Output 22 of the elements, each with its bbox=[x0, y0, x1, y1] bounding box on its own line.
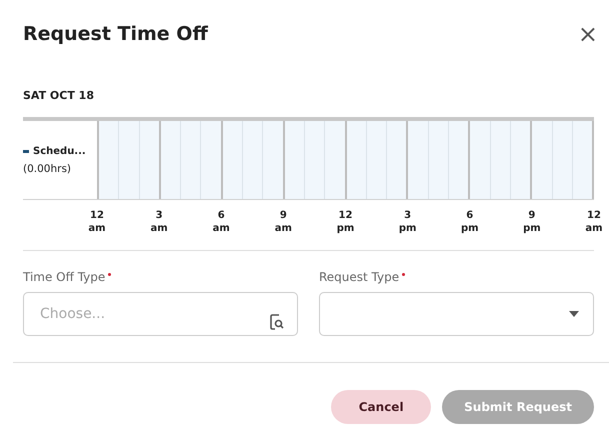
time-tick-label: 9 pm bbox=[523, 210, 541, 235]
dropdown-caret-icon bbox=[569, 311, 579, 317]
cancel-button[interactable]: Cancel bbox=[331, 390, 432, 424]
field-label: Request Type bbox=[319, 270, 400, 284]
hours-total: (0.00hrs) bbox=[23, 162, 72, 174]
dialog-title: Request Time Off bbox=[23, 23, 208, 45]
time-tick-label: 12 am bbox=[585, 210, 603, 235]
time-tick-label: 12 am bbox=[88, 210, 106, 235]
time-off-type-field[interactable]: Choose... bbox=[23, 292, 298, 336]
time-tick-label: 12 pm bbox=[336, 210, 354, 235]
search-icon bbox=[270, 314, 284, 330]
time-tick-label: 6 pm bbox=[460, 210, 479, 235]
close-button[interactable]: × bbox=[578, 22, 598, 46]
time-tick-label: 3 pm bbox=[398, 210, 416, 235]
field-label: Time Off Type bbox=[23, 270, 106, 284]
time-tick-label: 9 am bbox=[274, 210, 292, 235]
request-type-select[interactable] bbox=[319, 292, 594, 336]
schedule-label: Schedu... bbox=[33, 146, 86, 156]
time-tick-label: 3 am bbox=[150, 210, 168, 235]
time-tick-label: 6 am bbox=[212, 210, 230, 235]
legend-marker-icon bbox=[23, 150, 29, 152]
schedule-date: SAT OCT 18 bbox=[23, 89, 95, 102]
